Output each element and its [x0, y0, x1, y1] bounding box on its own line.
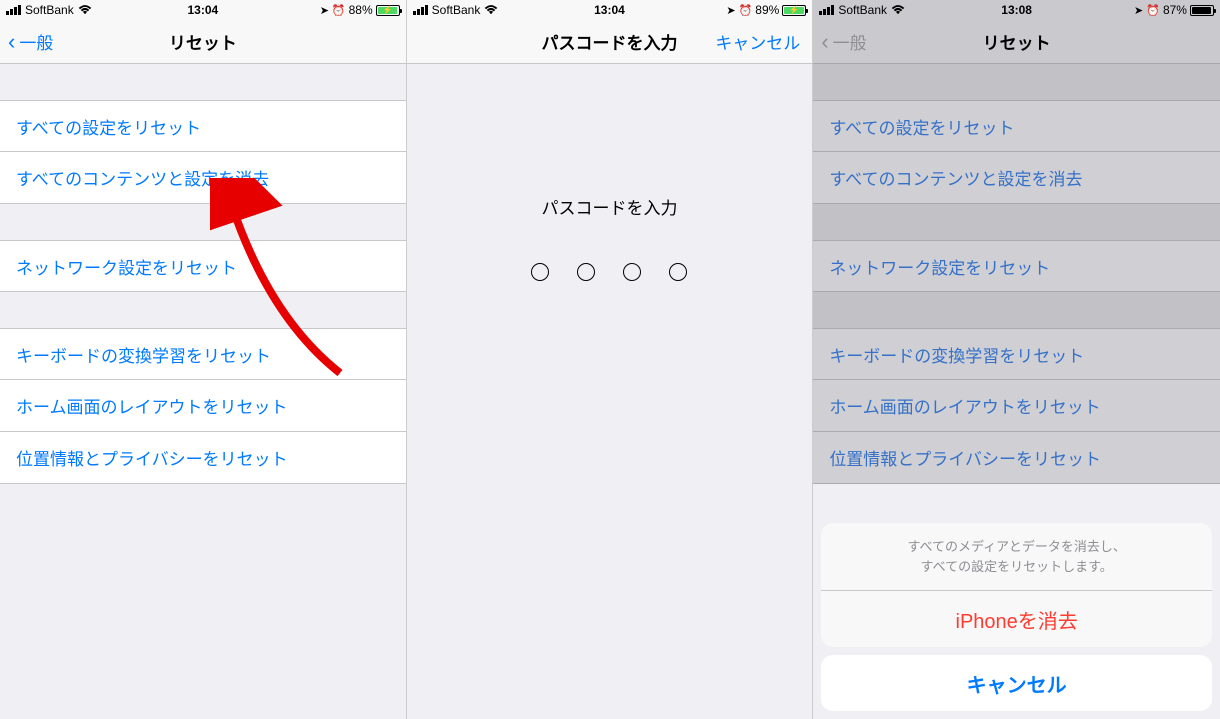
sheet-message: すべてのメディアとデータを消去し、 すべての設定をリセットします。	[821, 523, 1212, 591]
battery-percent: 88%	[349, 3, 373, 17]
battery-icon	[1190, 5, 1214, 16]
status-bar: SoftBank 13:08 ➤ ⏰ 87%	[813, 0, 1220, 20]
screen-passcode: SoftBank 13:04 ➤ ⏰ 89% ⚡ パスコードを入力 キャンセル …	[407, 0, 814, 719]
signal-icon	[819, 5, 834, 15]
signal-icon	[6, 5, 21, 15]
status-time: 13:04	[187, 3, 218, 17]
back-label: 一般	[19, 29, 53, 54]
nav-title: リセット	[983, 29, 1051, 54]
reset-home-layout[interactable]: ホーム画面のレイアウトをリセット	[0, 380, 406, 432]
wifi-icon	[78, 5, 92, 15]
cancel-button[interactable]: キャンセル	[715, 29, 800, 54]
passcode-dot	[623, 263, 641, 281]
nav-title: リセット	[169, 29, 237, 54]
back-button: ‹ 一般	[821, 29, 866, 54]
wifi-icon	[891, 5, 905, 15]
battery-icon: ⚡	[376, 5, 400, 16]
navigation-icon: ➤	[1134, 4, 1143, 17]
battery-icon: ⚡	[782, 5, 806, 16]
reset-all-settings: すべての設定をリセット	[813, 100, 1220, 152]
chevron-left-icon: ‹	[821, 31, 828, 53]
reset-network-settings[interactable]: ネットワーク設定をリセット	[0, 240, 406, 292]
carrier-label: SoftBank	[838, 3, 887, 17]
alarm-icon: ⏰	[739, 4, 753, 17]
back-label: 一般	[833, 29, 867, 54]
alarm-icon: ⏰	[332, 4, 346, 17]
sheet-cancel-button[interactable]: キャンセル	[821, 655, 1212, 711]
passcode-prompt: パスコードを入力	[407, 194, 813, 219]
nav-bar: ‹ 一般 リセット	[813, 20, 1220, 64]
screen-reset-list: SoftBank 13:04 ➤ ⏰ 88% ⚡ ‹ 一般 リセット すべての設…	[0, 0, 407, 719]
status-bar: SoftBank 13:04 ➤ ⏰ 89% ⚡	[407, 0, 813, 20]
reset-list: すべての設定をリセット すべてのコンテンツと設定を消去 ネットワーク設定をリセッ…	[813, 64, 1220, 484]
passcode-dot	[669, 263, 687, 281]
reset-keyboard-dictionary[interactable]: キーボードの変換学習をリセット	[0, 328, 406, 380]
nav-title: パスコードを入力	[541, 29, 677, 54]
reset-list: すべての設定をリセット すべてのコンテンツと設定を消去 ネットワーク設定をリセッ…	[0, 64, 406, 484]
navigation-icon: ➤	[320, 4, 329, 17]
reset-home-layout: ホーム画面のレイアウトをリセット	[813, 380, 1220, 432]
reset-all-settings[interactable]: すべての設定をリセット	[0, 100, 406, 152]
reset-network-settings: ネットワーク設定をリセット	[813, 240, 1220, 292]
status-time: 13:08	[1001, 3, 1032, 17]
passcode-dots	[407, 263, 813, 281]
passcode-dot	[531, 263, 549, 281]
nav-bar: パスコードを入力 キャンセル	[407, 20, 813, 64]
screen-reset-confirm: SoftBank 13:08 ➤ ⏰ 87% ‹ 一般 リセット すべての設定を…	[813, 0, 1220, 719]
back-button[interactable]: ‹ 一般	[8, 29, 53, 54]
carrier-label: SoftBank	[432, 3, 481, 17]
carrier-label: SoftBank	[25, 3, 74, 17]
erase-all-content[interactable]: すべてのコンテンツと設定を消去	[0, 152, 406, 204]
reset-location-privacy[interactable]: 位置情報とプライバシーをリセット	[0, 432, 406, 484]
battery-percent: 89%	[755, 3, 779, 17]
battery-percent: 87%	[1163, 3, 1187, 17]
nav-bar: ‹ 一般 リセット	[0, 20, 406, 64]
status-bar: SoftBank 13:04 ➤ ⏰ 88% ⚡	[0, 0, 406, 20]
chevron-left-icon: ‹	[8, 31, 15, 53]
passcode-area: パスコードを入力	[407, 194, 813, 719]
action-sheet: すべてのメディアとデータを消去し、 すべての設定をリセットします。 iPhone…	[821, 523, 1212, 711]
alarm-icon: ⏰	[1146, 4, 1160, 17]
reset-keyboard-dictionary: キーボードの変換学習をリセット	[813, 328, 1220, 380]
status-time: 13:04	[594, 3, 625, 17]
wifi-icon	[484, 5, 498, 15]
erase-iphone-button[interactable]: iPhoneを消去	[821, 591, 1212, 647]
passcode-dot	[577, 263, 595, 281]
erase-all-content: すべてのコンテンツと設定を消去	[813, 152, 1220, 204]
navigation-icon: ➤	[726, 4, 735, 17]
reset-location-privacy: 位置情報とプライバシーをリセット	[813, 432, 1220, 484]
signal-icon	[413, 5, 428, 15]
